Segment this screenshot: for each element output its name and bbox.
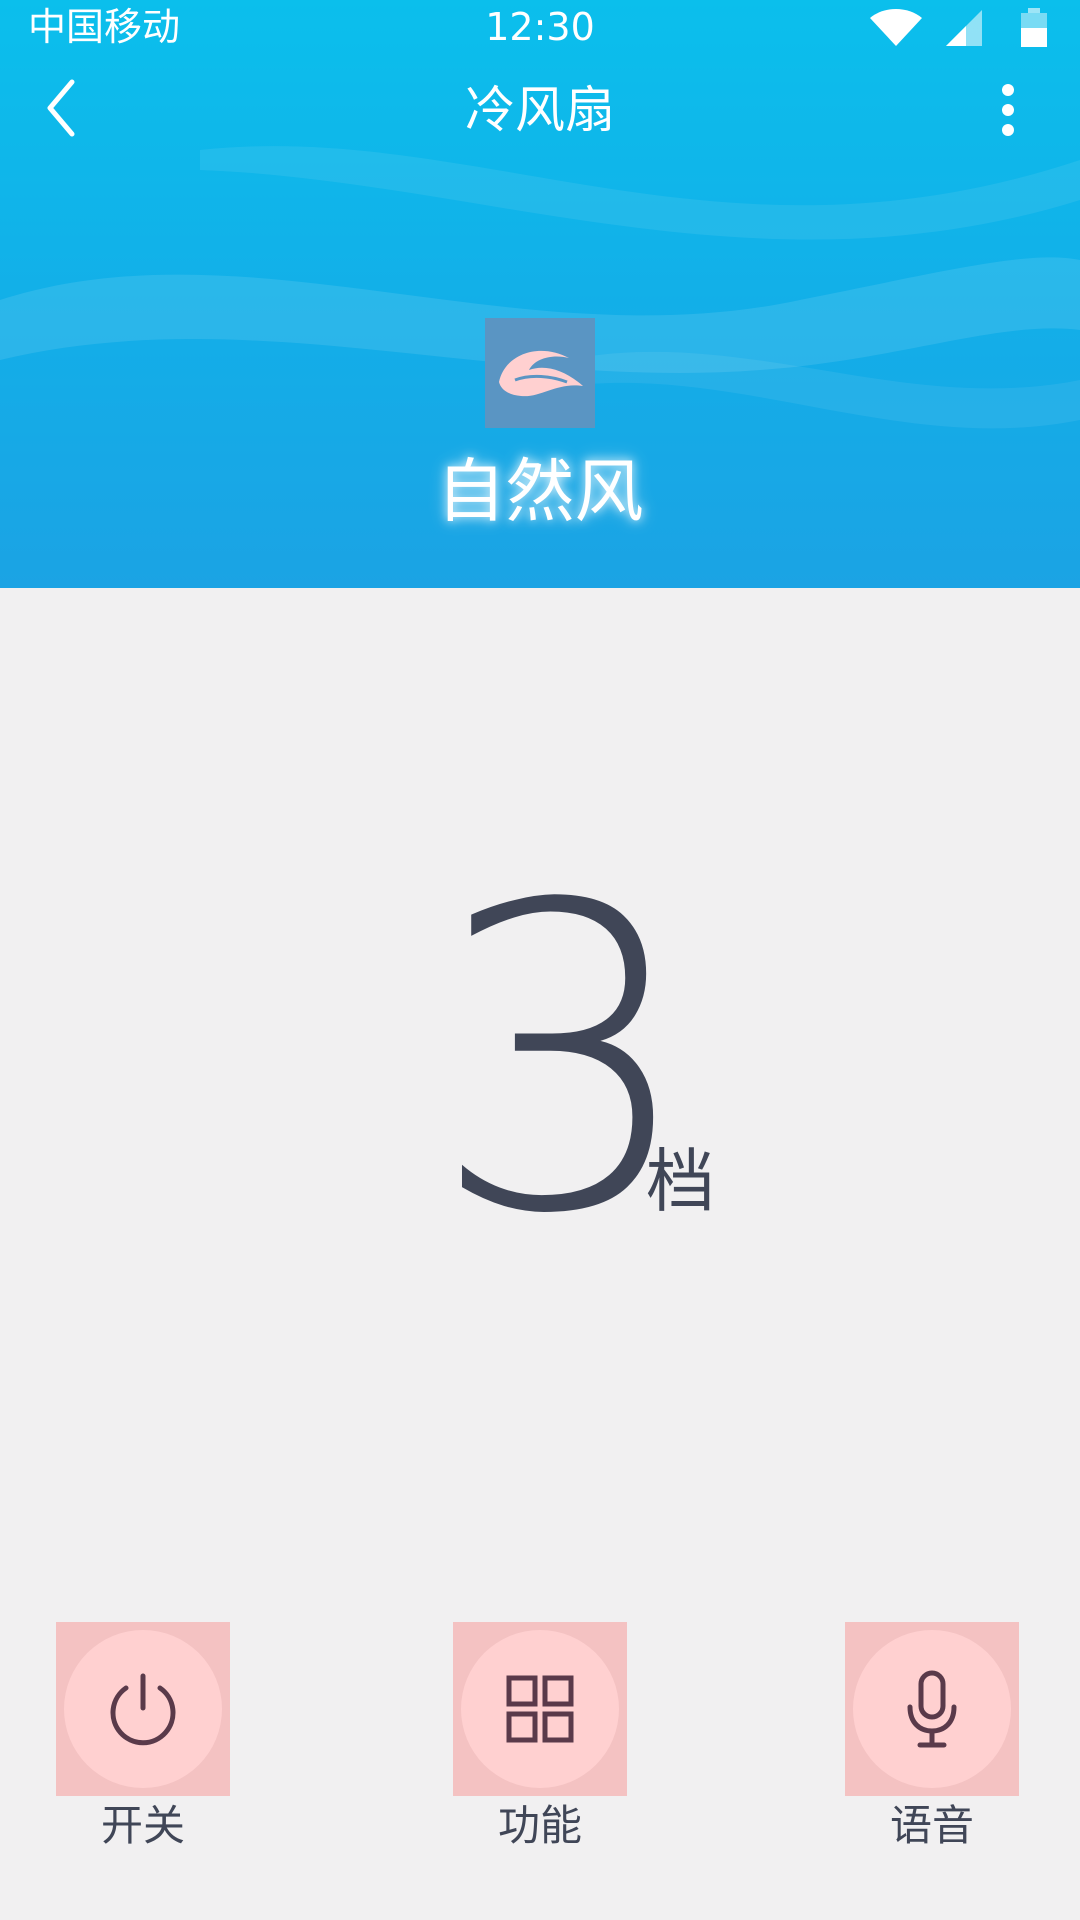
mode-icon-tile[interactable] [485, 318, 595, 428]
voice-button-label: 语音 [889, 1801, 974, 1850]
voice-button[interactable] [845, 1622, 1019, 1796]
voice-button-circle [853, 1630, 1011, 1788]
leaf-wind-icon [499, 350, 583, 397]
power-icon [110, 1673, 176, 1746]
power-button[interactable] [56, 1622, 230, 1796]
function-button-label: 功能 [497, 1801, 582, 1850]
power-button-label: 开关 [100, 1801, 185, 1850]
signal-icon [946, 10, 982, 46]
mode-label: 自然风 [436, 452, 644, 532]
header: 中国移动 12:30 冷风扇 自然风 [0, 0, 1080, 588]
function-button[interactable] [453, 1622, 627, 1796]
fan-speed-value: 3 [430, 817, 698, 1306]
microphone-icon [907, 1670, 957, 1748]
status-bar: 中国移动 12:30 [0, 0, 1080, 56]
function-button-circle [461, 1630, 619, 1788]
battery-icon [1021, 8, 1047, 47]
grid-icon [506, 1675, 574, 1743]
wifi-icon [870, 9, 922, 46]
page-title: 冷风扇 [465, 81, 615, 139]
power-button-circle [64, 1630, 222, 1788]
more-vertical-icon[interactable] [996, 82, 1020, 142]
fan-speed-unit: 档 [646, 1142, 715, 1222]
